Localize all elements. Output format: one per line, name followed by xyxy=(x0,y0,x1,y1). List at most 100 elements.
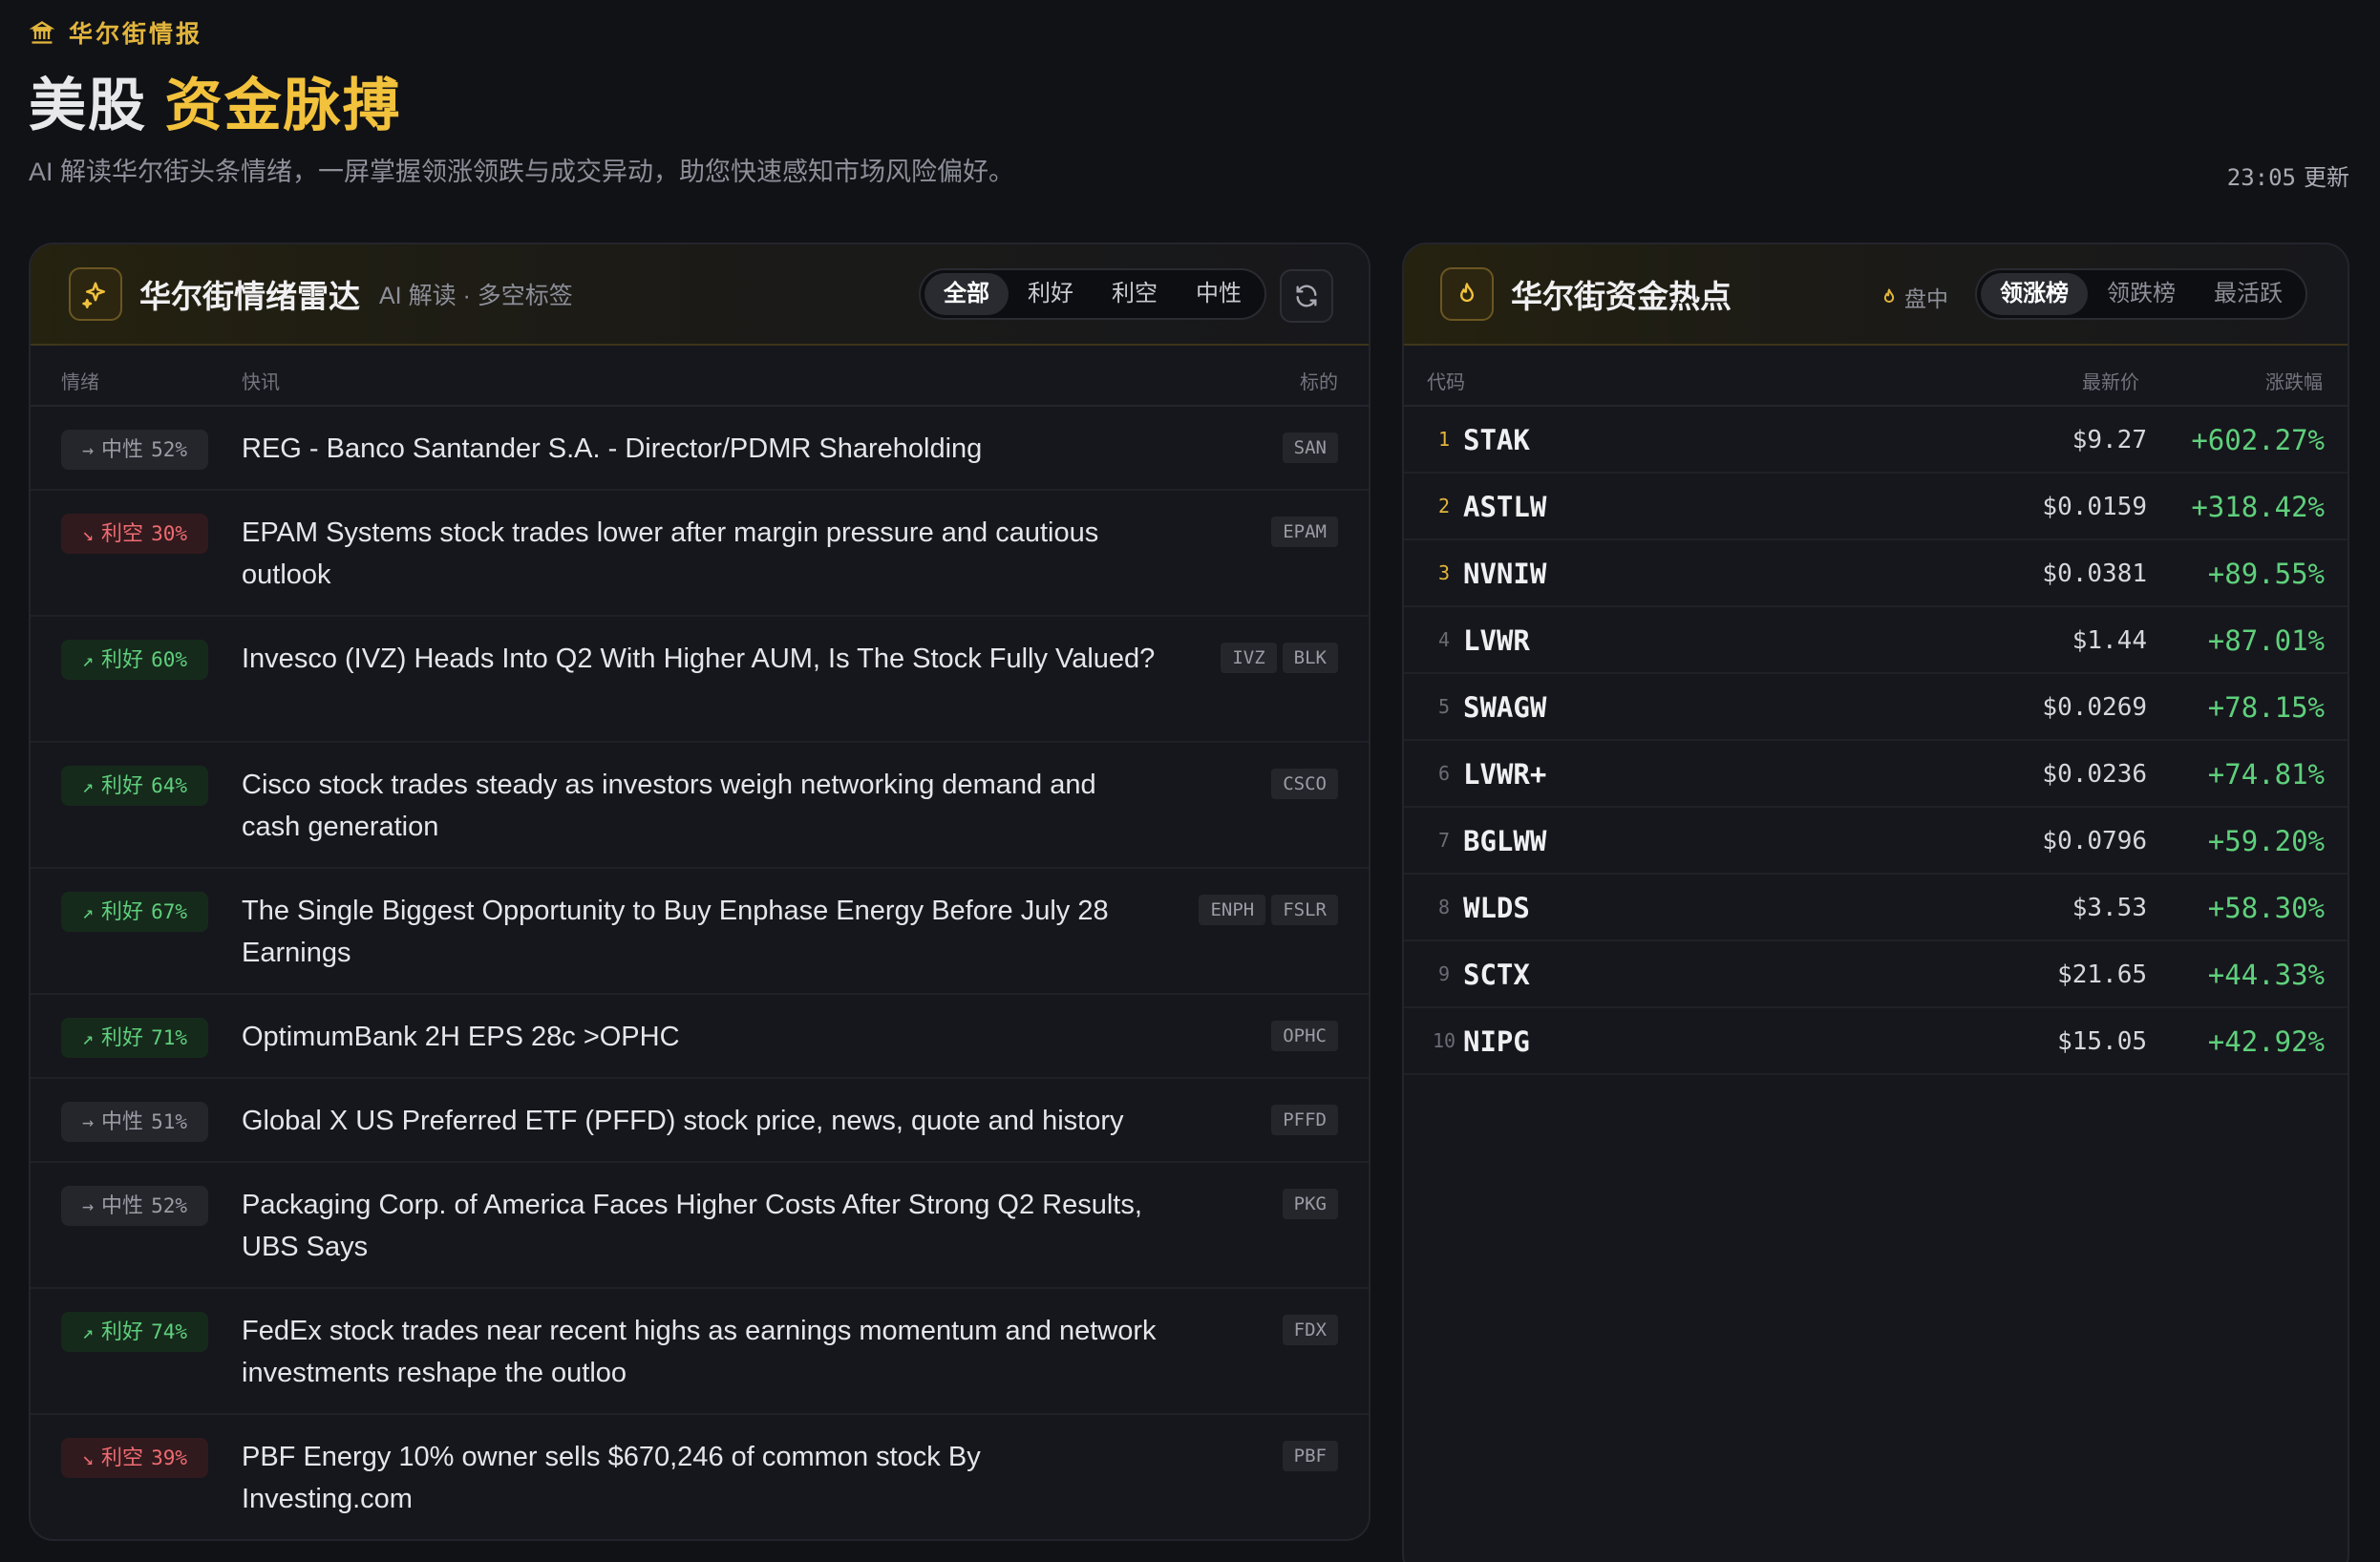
sentiment-score: 30% xyxy=(151,522,187,545)
sentiment-arrow-icon: ↗ xyxy=(82,648,95,671)
news-title[interactable]: OptimumBank 2H EPS 28c >OPHC xyxy=(242,1016,1158,1058)
filter-3[interactable]: 中性 xyxy=(1177,273,1261,315)
stock-row[interactable]: 2 ASTLW $0.0159 +318.42% xyxy=(1404,474,2348,540)
stock-price: $15.05 xyxy=(2057,1027,2147,1056)
hot-list: 1 STAK $9.27 +602.27% 2 ASTLW $0.0159 +318.42% 3… xyxy=(1404,407,2348,1075)
stock-symbol[interactable]: SCTX xyxy=(1463,959,1530,991)
news-title[interactable]: Cisco stock trades steady as investors w… xyxy=(242,764,1158,848)
rank-number: 3 xyxy=(1437,561,1451,584)
ticker-tag[interactable]: SAN xyxy=(1282,433,1338,463)
sentiment-arrow-icon: ↘ xyxy=(82,522,95,545)
news-row[interactable]: → 中性 51% Global X US Preferred ETF (PFFD) s… xyxy=(31,1079,1369,1163)
rank-number: 8 xyxy=(1437,896,1451,918)
sentiment-badge: → 中性 51% xyxy=(61,1102,208,1142)
news-title[interactable]: EPAM Systems stock trades lower after ma… xyxy=(242,512,1158,596)
hot-panel-title: 华尔街资金热点 xyxy=(1511,279,1732,314)
news-row[interactable]: ↗ 利好 64% Cisco stock trades steady as inves… xyxy=(31,743,1369,869)
ticker-tag[interactable]: FSLR xyxy=(1271,895,1338,925)
stock-row[interactable]: 7 BGLWW $0.0796 +59.20% xyxy=(1404,808,2348,875)
stock-symbol[interactable]: LVWR xyxy=(1463,624,1530,657)
sparkle-icon xyxy=(69,267,122,321)
rank-number: 6 xyxy=(1437,762,1451,785)
sentiment-panel: 华尔街情绪雷达 AI 解读 · 多空标签 全部 利好 利空 中性 情绪 快讯 标的 →… xyxy=(29,243,1371,1541)
stock-row[interactable]: 1 STAK $9.27 +602.27% xyxy=(1404,407,2348,474)
stock-symbol[interactable]: BGLWW xyxy=(1463,825,1546,857)
ticker-tag[interactable]: BLK xyxy=(1282,643,1338,673)
live-label: 盘中 xyxy=(1904,286,1948,311)
stock-change: +74.81% xyxy=(2207,758,2325,791)
tab-0[interactable]: 领涨榜 xyxy=(1981,273,2088,315)
filter-0[interactable]: 全部 xyxy=(924,273,1009,315)
news-row[interactable]: ↗ 利好 74% FedEx stock trades near recent hig… xyxy=(31,1289,1369,1415)
sentiment-label: 利好 xyxy=(101,773,144,797)
sentiment-badge: → 中性 52% xyxy=(61,1186,208,1226)
ticker-tag[interactable]: PFFD xyxy=(1271,1105,1338,1135)
stock-row[interactable]: 8 WLDS $3.53 +58.30% xyxy=(1404,875,2348,941)
sentiment-label: 利好 xyxy=(101,647,144,671)
stock-symbol[interactable]: WLDS xyxy=(1463,892,1530,924)
stock-symbol[interactable]: ASTLW xyxy=(1463,491,1546,523)
stock-change: +58.30% xyxy=(2207,892,2325,924)
ticker-tag[interactable]: CSCO xyxy=(1271,769,1338,799)
filter-1[interactable]: 利好 xyxy=(1009,273,1093,315)
sentiment-arrow-icon: → xyxy=(82,1110,95,1133)
ticker-tag[interactable]: PBF xyxy=(1282,1441,1338,1471)
news-row[interactable]: ↘ 利空 30% EPAM Systems stock trades lower af… xyxy=(31,491,1369,617)
ticker-tag[interactable]: OPHC xyxy=(1271,1021,1338,1051)
news-row[interactable]: → 中性 52% REG - Banco Santander S.A. - Direc… xyxy=(31,407,1369,491)
sentiment-score: 52% xyxy=(151,438,187,461)
stock-row[interactable]: 6 LVWR+ $0.0236 +74.81% xyxy=(1404,741,2348,808)
sentiment-label: 中性 xyxy=(101,1109,144,1133)
stock-symbol[interactable]: STAK xyxy=(1463,424,1530,456)
title-accent: 资金脉搏 xyxy=(164,74,402,137)
news-title[interactable]: Global X US Preferred ETF (PFFD) stock p… xyxy=(242,1100,1158,1142)
ticker-tag[interactable]: ENPH xyxy=(1199,895,1266,925)
tab-1[interactable]: 领跌榜 xyxy=(2088,273,2195,315)
flame-small-icon xyxy=(1883,288,1895,303)
stock-symbol[interactable]: LVWR+ xyxy=(1463,758,1546,791)
news-title[interactable]: The Single Biggest Opportunity to Buy En… xyxy=(242,890,1158,974)
stock-row[interactable]: 3 NVNIW $0.0381 +89.55% xyxy=(1404,540,2348,607)
col-code: 代码 xyxy=(1427,372,1465,393)
news-row[interactable]: ↗ 利好 67% The Single Biggest Opportunity to … xyxy=(31,869,1369,995)
ticker-tag[interactable]: IVZ xyxy=(1221,643,1277,673)
filter-2[interactable]: 利空 xyxy=(1093,273,1177,315)
stock-symbol[interactable]: SWAGW xyxy=(1463,691,1546,724)
news-row[interactable]: ↗ 利好 60% Invesco (IVZ) Heads Into Q2 With H… xyxy=(31,617,1369,743)
stock-row[interactable]: 4 LVWR $1.44 +87.01% xyxy=(1404,607,2348,674)
live-indicator: 盘中 xyxy=(1880,281,1948,313)
stock-symbol[interactable]: NIPG xyxy=(1463,1025,1530,1058)
stock-change: +89.55% xyxy=(2207,558,2325,590)
news-title[interactable]: PBF Energy 10% owner sells $670,246 of c… xyxy=(242,1436,1158,1520)
news-row[interactable]: → 中性 52% Packaging Corp. of America Faces H… xyxy=(31,1163,1369,1289)
news-title[interactable]: REG - Banco Santander S.A. - Director/PD… xyxy=(242,428,1158,470)
stock-row[interactable]: 5 SWAGW $0.0269 +78.15% xyxy=(1404,674,2348,741)
sentiment-score: 52% xyxy=(151,1194,187,1217)
sentiment-panel-title: 华尔街情绪雷达 xyxy=(139,279,360,314)
ticker-tag[interactable]: PKG xyxy=(1282,1189,1338,1219)
news-title[interactable]: Packaging Corp. of America Faces Higher … xyxy=(242,1184,1158,1268)
sentiment-arrow-icon: ↘ xyxy=(82,1446,95,1469)
stock-price: $0.0269 xyxy=(2042,693,2147,722)
rank-number: 1 xyxy=(1437,428,1451,451)
tab-2[interactable]: 最活跃 xyxy=(2195,273,2302,315)
news-row[interactable]: ↘ 利空 39% PBF Energy 10% owner sells $670,24… xyxy=(31,1415,1369,1539)
stock-row[interactable]: 10 NIPG $15.05 +42.92% xyxy=(1404,1008,2348,1075)
sentiment-score: 71% xyxy=(151,1026,187,1049)
stock-price: $0.0236 xyxy=(2042,760,2147,789)
news-title[interactable]: FedEx stock trades near recent highs as … xyxy=(242,1310,1158,1394)
news-row[interactable]: ↗ 利好 71% OptimumBank 2H EPS 28c >OPHC OPHC xyxy=(31,995,1369,1079)
sentiment-filter: 全部 利好 利空 中性 xyxy=(919,268,1266,320)
ticker-tag[interactable]: FDX xyxy=(1282,1315,1338,1345)
stock-row[interactable]: 9 SCTX $21.65 +44.33% xyxy=(1404,941,2348,1008)
ticker-tags: FDX xyxy=(1282,1315,1338,1345)
ticker-tags: OPHC xyxy=(1271,1021,1338,1051)
refresh-button[interactable] xyxy=(1280,269,1333,323)
update-time-value: 23:05 xyxy=(2226,164,2296,191)
sentiment-score: 60% xyxy=(151,648,187,671)
news-title[interactable]: Invesco (IVZ) Heads Into Q2 With Higher … xyxy=(242,638,1158,680)
ticker-tag[interactable]: EPAM xyxy=(1271,517,1338,547)
stock-symbol[interactable]: NVNIW xyxy=(1463,558,1546,590)
sentiment-table-header: 情绪 快讯 标的 xyxy=(31,346,1369,407)
sentiment-badge: ↗ 利好 60% xyxy=(61,640,208,680)
